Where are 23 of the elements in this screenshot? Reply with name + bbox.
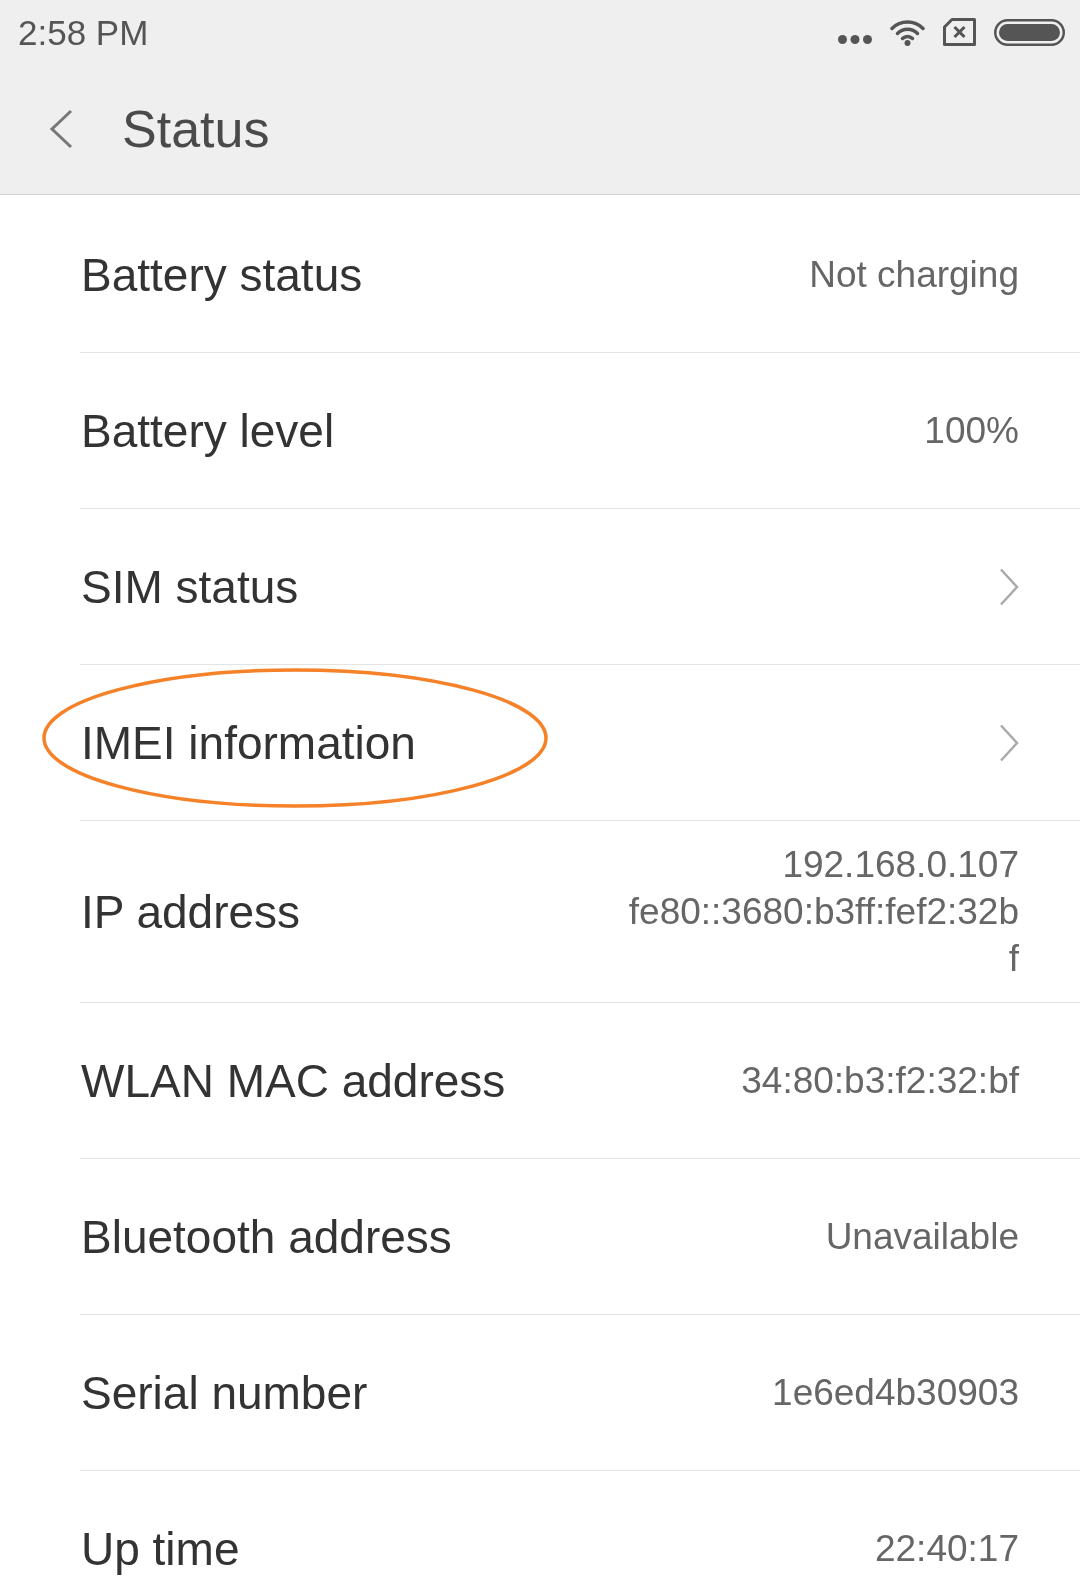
page-title: Status <box>122 103 270 155</box>
setting-label[interactable]: SIM status <box>80 563 299 610</box>
setting-label: WLAN MAC address <box>80 1057 506 1104</box>
setting-value: 1e6ed4b30903 <box>772 1374 1019 1411</box>
chevron-right-icon[interactable] <box>999 723 1019 762</box>
wifi-icon <box>890 18 925 46</box>
setting-value: f <box>1008 937 1019 981</box>
setting-value: 192.168.0.107 <box>782 843 1019 887</box>
setting-value: fe80::3680:b3ff:fef2:32b <box>628 890 1019 934</box>
sim-card-icon <box>943 18 976 46</box>
setting-value: 22:40:17 <box>874 1530 1019 1567</box>
dots-icon <box>838 34 872 44</box>
back-icon[interactable] <box>49 109 73 149</box>
setting-label: Bluetooth address <box>80 1213 452 1260</box>
setting-value: 34:80:b3:f2:32:bf <box>741 1062 1019 1099</box>
setting-value: 100% <box>924 412 1019 449</box>
setting-value: Unavailable <box>825 1218 1019 1255</box>
setting-label: Serial number <box>80 1369 368 1416</box>
status-time: 2:58 PM <box>18 14 149 50</box>
chevron-right-icon[interactable] <box>999 567 1019 606</box>
setting-value: Not charging <box>809 256 1019 293</box>
battery-icon <box>994 18 1065 46</box>
setting-label: IP address <box>80 888 301 935</box>
